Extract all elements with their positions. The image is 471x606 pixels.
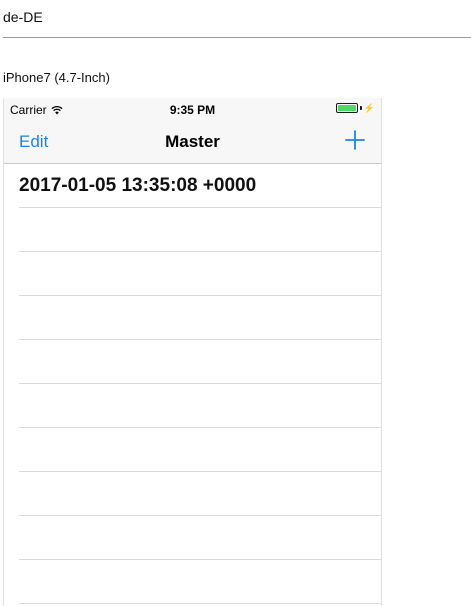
table-row[interactable] [4,472,381,516]
table-row[interactable] [4,208,381,252]
battery-fill [337,105,356,111]
row-separator [19,603,381,604]
plus-icon[interactable] [345,130,365,150]
charging-bolt-icon: ⚡ [363,103,375,113]
phone-screenshot: Carrier 9:35 PM ⚡ Edit Master 2017-01-05… [3,98,382,606]
row-label: 2017-01-05 13:35:08 +0000 [19,175,257,196]
device-label: iPhone7 (4.7-Inch) [3,70,110,85]
battery-icon: ⚡ [335,103,375,113]
table-row[interactable] [4,384,381,428]
table-row[interactable] [4,252,381,296]
table-row[interactable] [4,428,381,472]
page-header: de-DE [0,0,471,38]
locale-title: de-DE [3,9,43,25]
status-time: 9:35 PM [169,103,216,117]
table-row[interactable] [4,340,381,384]
master-table: 2017-01-05 13:35:08 +0000 [4,164,381,604]
table-row[interactable] [4,296,381,340]
navigation-bar: Edit Master [4,120,381,164]
battery-body [335,103,358,113]
header-divider [3,37,471,38]
status-bar: Carrier 9:35 PM ⚡ [4,98,381,120]
table-row[interactable] [4,560,381,604]
table-row[interactable]: 2017-01-05 13:35:08 +0000 [4,164,381,208]
battery-tip [359,106,362,110]
table-row[interactable] [4,516,381,560]
nav-title: Master [165,132,220,151]
